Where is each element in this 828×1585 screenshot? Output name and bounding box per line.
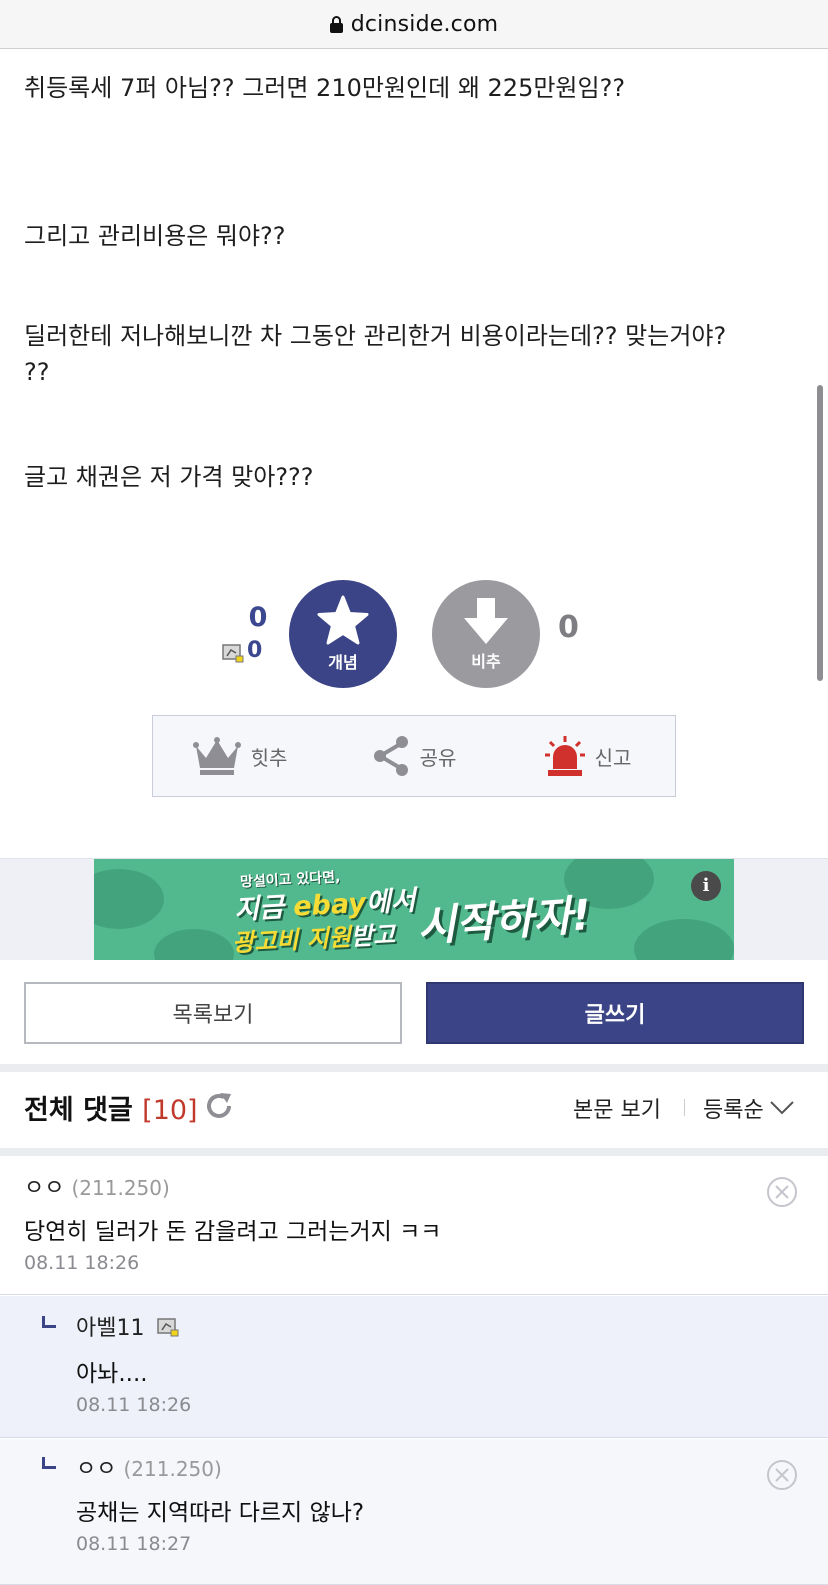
list-view-button[interactable]: 목록보기 [24, 982, 402, 1044]
browser-url-bar[interactable]: dcinside.com [0, 0, 828, 49]
fixed-nick-icon [157, 1318, 179, 1337]
downvote-label: 비추 [471, 652, 501, 671]
ad-headline: 시작하자! [415, 889, 593, 951]
reply-indicator [42, 1316, 56, 1328]
upvote-button[interactable]: 개념 [289, 580, 397, 688]
comment-ip: (211.250) [123, 1457, 222, 1481]
coin-decoration [154, 929, 234, 960]
delete-comment-icon[interactable] [766, 1176, 798, 1208]
ad-info-icon[interactable]: i [691, 871, 721, 901]
comment-ip: (211.250) [71, 1176, 170, 1200]
comment-author: ㅇㅇ (211.250) [24, 1170, 170, 1202]
upvote-label: 개념 [328, 653, 358, 672]
refresh-icon[interactable] [204, 1091, 234, 1121]
section-divider [0, 1064, 828, 1072]
comment-nickname[interactable]: 아벨11 [76, 1316, 144, 1341]
share-button[interactable]: 공유 [327, 735, 501, 777]
comment-author: 아벨11 [76, 1310, 179, 1342]
comment-date: 08.11 18:26 [24, 1252, 140, 1274]
post-line: 그리고 관리비용은 뭐야?? [24, 222, 286, 250]
share-label: 공유 [419, 745, 457, 770]
hit-recommend-label: 힛추 [250, 745, 288, 770]
hit-recommend-button[interactable]: 힛추 [153, 736, 327, 776]
comments-header: 전체 댓글 [10] 본문 보기 등록순 [0, 1072, 828, 1148]
header-divider [684, 1099, 685, 1116]
comment-text: 공채는 지역따라 다르지 않나? [76, 1500, 365, 1526]
ad-line2-a: 광고비 지원 [231, 923, 352, 958]
chevron-down-icon [770, 1101, 794, 1115]
comment-text: 아놔.... [76, 1361, 148, 1387]
sort-label: 등록순 [703, 1098, 764, 1123]
comment-nickname[interactable]: ㅇㅇ [24, 1176, 64, 1201]
downvote-button[interactable]: 비추 [432, 580, 540, 688]
url-text: dcinside.com [350, 11, 499, 37]
reply-item: 아벨11 아놔.... 08.11 18:26 [0, 1296, 828, 1438]
post-line: ?? [24, 358, 50, 386]
comment-nickname[interactable]: ㅇㅇ [76, 1457, 116, 1482]
write-post-button[interactable]: 글쓰기 [426, 982, 804, 1044]
view-body-link[interactable]: 본문 보기 [573, 1092, 661, 1124]
post-actions: 힛추 공유 신고 [152, 715, 676, 797]
fixed-upvote-count: 0 [247, 638, 263, 663]
comment-date: 08.11 18:26 [76, 1394, 192, 1416]
post-line: 딜러한테 저나해보니깐 차 그동안 관리한거 비용이라는데?? 맞는거야? [24, 322, 727, 350]
report-button[interactable]: 신고 [501, 735, 675, 777]
share-icon [373, 736, 408, 776]
ebay-ad-banner[interactable]: 망설이고 있다면, 지금 ebay에서 광고비 지원받고 시작하자! i [94, 859, 734, 960]
coin-decoration [94, 869, 164, 929]
upvote-count: 0 [248, 602, 268, 633]
crown-icon [192, 737, 241, 775]
comments-title-text: 전체 댓글 [24, 1095, 133, 1126]
post-line: 취등록세 7퍼 아님?? 그러면 210만원인데 왜 225만원임?? [24, 74, 626, 102]
siren-icon [544, 736, 585, 776]
comment-date: 08.11 18:27 [76, 1533, 192, 1555]
report-label: 신고 [594, 745, 632, 770]
delete-comment-icon[interactable] [766, 1459, 798, 1491]
ad-line2: 광고비 지원받고 [231, 915, 396, 958]
comments-count: [10] [142, 1095, 198, 1126]
reply-indicator [42, 1457, 56, 1469]
comment-item: ㅇㅇ (211.250) 당연히 딜러가 돈 감을려고 그러는거지 ㅋㅋ 08.… [0, 1156, 828, 1295]
comment-text: 당연히 딜러가 돈 감을려고 그러는거지 ㅋㅋ [24, 1219, 442, 1245]
section-divider [0, 1148, 828, 1156]
reply-item: ㅇㅇ (211.250) 공채는 지역따라 다르지 않나? 08.11 18:2… [0, 1439, 828, 1585]
downvote-count: 0 [558, 610, 579, 645]
comment-author: ㅇㅇ (211.250) [76, 1451, 222, 1483]
post-line: 글고 채권은 저 가격 맞아??? [24, 463, 314, 491]
arrow-down-icon [464, 598, 508, 644]
coin-decoration [634, 919, 734, 960]
vote-area: 0 0 개념 비추 0 [0, 580, 828, 690]
star-icon [317, 595, 369, 645]
lock-icon [329, 15, 343, 33]
ad-section: 망설이고 있다면, 지금 ebay에서 광고비 지원받고 시작하자! i [0, 858, 828, 960]
sort-dropdown[interactable]: 등록순 [703, 1092, 794, 1124]
ad-line1-c: 에서 [365, 885, 417, 919]
ad-line2-b: 받고 [350, 920, 396, 952]
comments-title: 전체 댓글 [10] [24, 1088, 198, 1127]
fixed-nick-icon [222, 644, 244, 663]
